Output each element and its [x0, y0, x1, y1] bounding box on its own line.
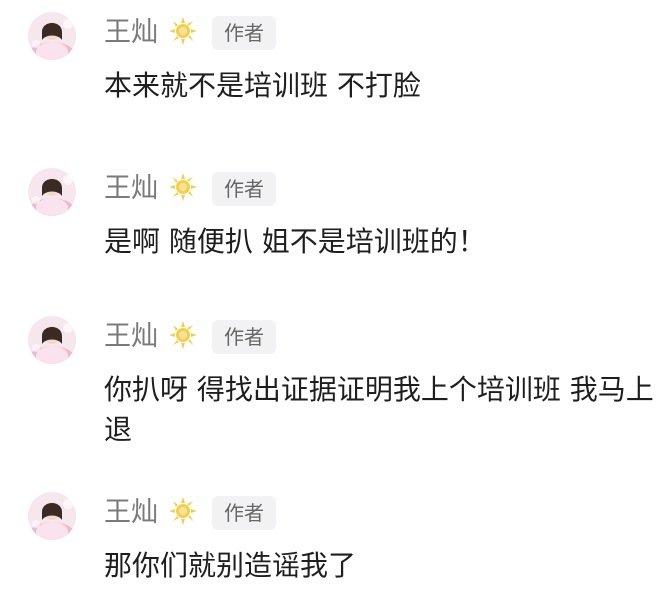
avatar-image [28, 168, 76, 216]
sun-badge-icon [168, 172, 198, 202]
avatar[interactable] [28, 168, 76, 216]
username[interactable]: 王灿 [104, 16, 158, 50]
comment-text: 是啊 随便扒 姐不是培训班的！ [104, 225, 486, 258]
username[interactable]: 王灿 [104, 496, 158, 530]
sun-badge-icon [168, 496, 198, 526]
comment-item: 王灿 作者 是啊 随便扒 姐不是培训班的！ [0, 168, 660, 278]
avatar-image [28, 492, 76, 540]
avatar[interactable] [28, 316, 76, 364]
username[interactable]: 王灿 [104, 172, 158, 206]
avatar-image [28, 316, 76, 364]
author-badge: 作者 [212, 16, 276, 50]
comment-text: 本来就不是培训班 不打脸 [104, 69, 421, 102]
comment-item: 王灿 作者 本来就不是培训班 不打脸 [0, 12, 660, 122]
avatar-image [28, 12, 76, 60]
author-badge: 作者 [212, 172, 276, 206]
comment-text: 那你们就别造谣我了 [104, 549, 357, 582]
username[interactable]: 王灿 [104, 320, 158, 354]
avatar[interactable] [28, 12, 76, 60]
sun-badge-icon [168, 16, 198, 46]
comment-item: 王灿 作者 你扒呀 得找出证据证明我上个培训班 我马上退 [0, 316, 660, 466]
avatar[interactable] [28, 492, 76, 540]
comment-text: 你扒呀 得找出证据证明我上个培训班 我马上退 [104, 373, 654, 446]
author-badge: 作者 [212, 320, 276, 354]
sun-badge-icon [168, 320, 198, 350]
comment-item: 王灿 作者 那你们就别造谣我了 [0, 492, 660, 602]
author-badge: 作者 [212, 496, 276, 530]
